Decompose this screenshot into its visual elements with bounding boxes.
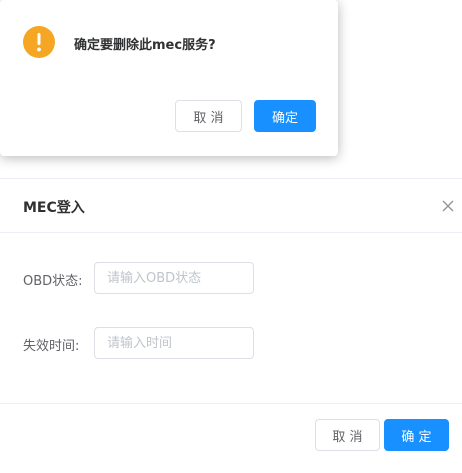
expire-time-input[interactable] <box>94 327 254 359</box>
footer-divider <box>0 403 462 404</box>
page: 确定要删除此mec服务? 取 消 确定 MEC登入 OBD状态: 失效时间: 取… <box>0 0 462 473</box>
dialog-ok-button[interactable]: 确 定 <box>384 419 449 451</box>
obd-status-input[interactable] <box>94 262 254 294</box>
dialog-title: MEC登入 <box>23 200 85 216</box>
confirm-message: 确定要删除此mec服务? <box>74 38 216 53</box>
close-icon[interactable] <box>440 198 456 214</box>
header-divider <box>0 232 462 233</box>
dialog-cancel-button[interactable]: 取 消 <box>315 419 380 451</box>
confirm-ok-button[interactable]: 确定 <box>254 100 316 132</box>
mec-login-dialog: MEC登入 OBD状态: 失效时间: 取 消 确 定 <box>0 178 462 473</box>
obd-status-label: OBD状态: <box>23 274 83 289</box>
warning-icon <box>23 26 55 58</box>
delete-confirm-popup: 确定要删除此mec服务? 取 消 确定 <box>0 0 338 156</box>
confirm-cancel-button[interactable]: 取 消 <box>175 100 242 132</box>
expire-time-label: 失效时间: <box>23 339 80 354</box>
